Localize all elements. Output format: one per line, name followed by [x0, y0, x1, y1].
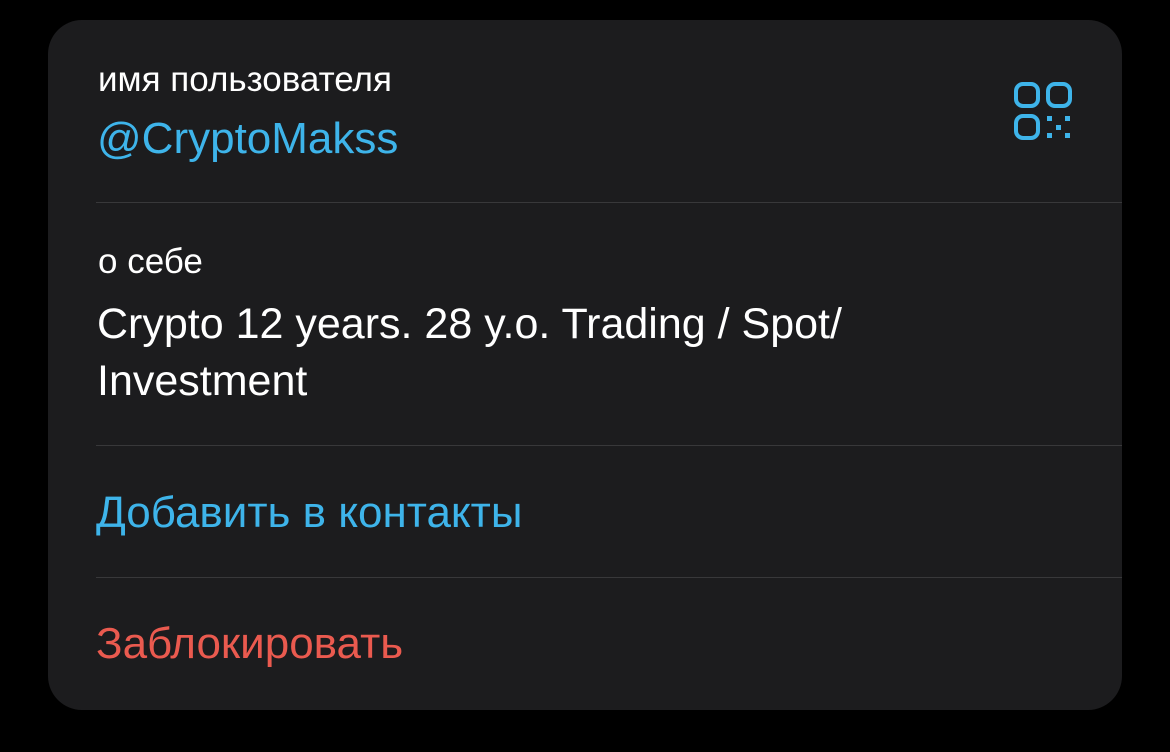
bio-row: о себе Crypto 12 years. 28 y.o. Trading …: [48, 203, 1122, 445]
username-row[interactable]: имя пользователя @CryptoMakss: [48, 20, 1122, 202]
profile-info-card: имя пользователя @CryptoMakss о себе Cry…: [48, 20, 1122, 710]
qr-code-button[interactable]: [1012, 80, 1074, 142]
block-user-button[interactable]: Заблокировать: [48, 578, 1122, 710]
add-to-contacts-label: Добавить в контакты: [96, 488, 523, 537]
qr-code-icon: [1014, 82, 1072, 140]
block-user-label: Заблокировать: [96, 619, 404, 668]
add-to-contacts-button[interactable]: Добавить в контакты: [48, 446, 1122, 577]
username-label: имя пользователя: [98, 60, 392, 99]
username-value[interactable]: @CryptoMakss: [97, 113, 398, 165]
bio-text: Crypto 12 years. 28 y.o. Trading / Spot/…: [97, 300, 842, 405]
bio-label: о себе: [98, 242, 203, 281]
